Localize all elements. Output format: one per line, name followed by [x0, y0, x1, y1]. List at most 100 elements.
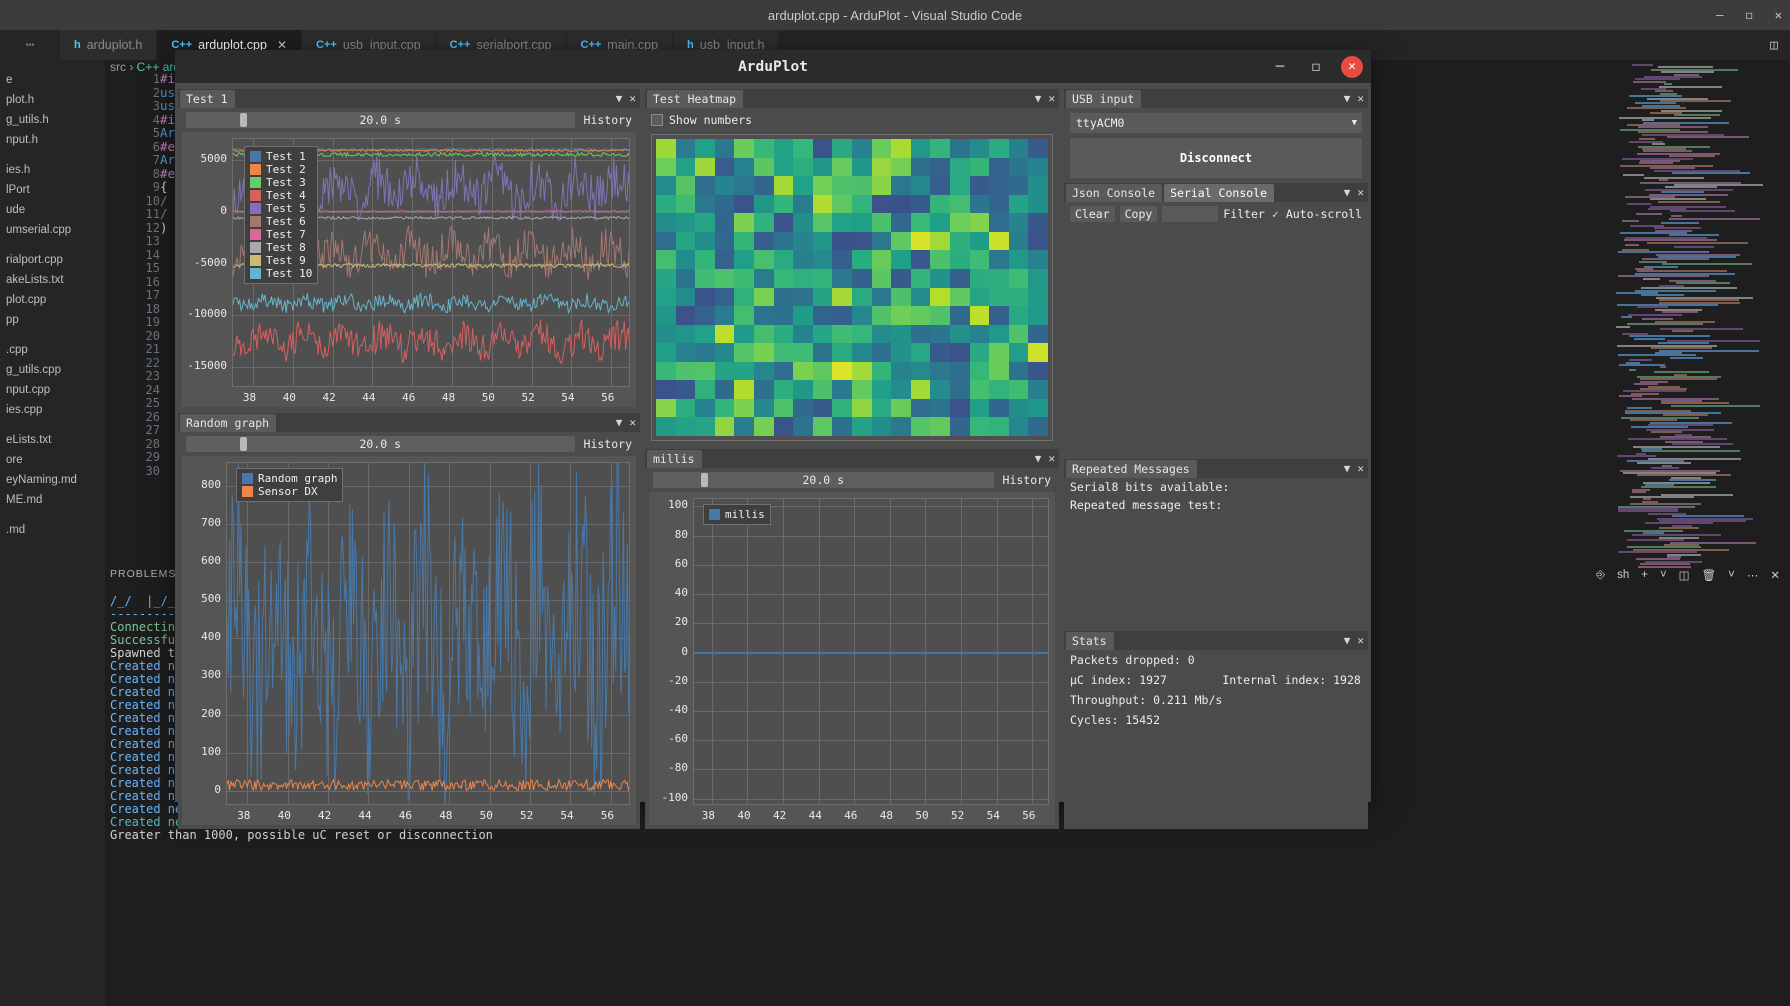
slider-knob[interactable] [240, 113, 248, 127]
close-icon[interactable]: ✕ [1341, 55, 1363, 78]
collapse-icon[interactable]: ▼ [1344, 635, 1351, 646]
collapse-icon[interactable]: ▼ [1035, 453, 1042, 464]
history-slider-row[interactable]: 20.0 s History [645, 468, 1059, 490]
slider-knob[interactable] [240, 437, 248, 451]
legend-item[interactable]: Test 3 [250, 176, 312, 189]
legend-item[interactable]: Test 5 [250, 202, 312, 215]
history-slider-row[interactable]: 20.0 s History [178, 432, 640, 454]
plot-legend[interactable]: millis [703, 504, 771, 525]
minimize-icon[interactable]: ─ [1269, 56, 1291, 78]
split-editor-icon[interactable]: ◫ [1758, 30, 1790, 60]
minimize-icon[interactable]: – [1716, 8, 1723, 22]
panel-tab-usb-input[interactable]: USB input [1066, 89, 1142, 108]
copy-button[interactable]: Copy [1119, 206, 1158, 222]
close-icon[interactable]: ✕ [1357, 187, 1364, 198]
more-icon[interactable]: ⋯ [1747, 568, 1759, 582]
clear-button[interactable]: Clear [1070, 206, 1115, 222]
sidebar-item[interactable]: g_utils.h [0, 110, 105, 130]
legend-item[interactable]: Test 9 [250, 254, 312, 267]
heatmap-canvas[interactable] [651, 134, 1053, 441]
legend-item[interactable]: Test 10 [250, 267, 312, 280]
panel-tools[interactable]: ▼ ✕ [616, 89, 636, 108]
legend-item[interactable]: Test 8 [250, 241, 312, 254]
history-slider[interactable]: 20.0 s [186, 436, 575, 452]
panel-tab-problems[interactable]: PROBLEMS [110, 568, 176, 580]
panel-tools[interactable]: ▼ ✕ [616, 413, 636, 432]
legend-item[interactable]: millis [709, 508, 765, 521]
legend-item[interactable]: Sensor DX [242, 485, 337, 498]
close-icon[interactable]: ✕ [1048, 93, 1055, 104]
sidebar-item[interactable]: .md [0, 520, 105, 540]
sidebar-item[interactable]: pp [0, 310, 105, 330]
collapse-icon[interactable]: ▼ [1344, 93, 1351, 104]
show-numbers-checkbox[interactable] [651, 114, 663, 126]
plot-millis[interactable]: 38 40 42 44 46 48 50 52 54 56 100 80 60 40 20 0 -20 -40 -6… [649, 492, 1055, 825]
panel-tab-repeated-messages[interactable]: Repeated Messages [1066, 459, 1197, 478]
console-toolbar[interactable]: Clear Copy Filter ✓ Auto-scroll [1064, 202, 1368, 226]
plot-random-graph[interactable]: 38 40 42 44 46 48 50 52 54 56 800 700 600 500 400 300 20… [182, 456, 636, 825]
legend-item[interactable]: Test 7 [250, 228, 312, 241]
tab-arduplot-h[interactable]: h arduplot.h [60, 30, 158, 60]
plot-test1[interactable]: 38 40 42 44 46 48 50 52 54 56 5000 0 -5000 -10000 -150… [182, 132, 636, 407]
panel-header[interactable]: millis ▼ ✕ [645, 449, 1059, 468]
terminal-shell-icon[interactable]: ⎆ [1596, 569, 1605, 582]
slider-knob[interactable] [700, 473, 708, 487]
history-slider[interactable]: 20.0 s [653, 472, 994, 488]
panel-tab-serial-console[interactable]: Serial Console [1164, 183, 1275, 202]
legend-item[interactable]: Test 6 [250, 215, 312, 228]
chevron-up-icon[interactable]: ˅ [1728, 569, 1735, 581]
sidebar-item[interactable]: lPort [0, 180, 105, 200]
panel-tab-random-graph[interactable]: Random graph [180, 413, 277, 432]
sidebar-item[interactable]: ude [0, 200, 105, 220]
panel-header[interactable]: Test Heatmap ▼ ✕ [645, 89, 1059, 108]
sidebar-item[interactable]: ies.cpp [0, 400, 105, 420]
terminal-toolbar[interactable]: ⎆ sh + ˅ ◫ 🗑 ˅ ⋯ ✕ [1596, 568, 1780, 583]
collapse-icon[interactable]: ▼ [616, 93, 623, 104]
sidebar-item[interactable]: nput.h [0, 130, 105, 150]
sidebar-item[interactable]: ME.md [0, 490, 105, 510]
plot-legend[interactable]: Test 1 Test 2 Test 3 Test 4 Test 5 Test 6 Test… [244, 146, 319, 284]
panel-header[interactable]: USB input ▼ ✕ [1064, 89, 1368, 108]
legend-item[interactable]: Random graph [242, 472, 337, 485]
maximize-icon[interactable]: ◻ [1305, 56, 1327, 78]
close-icon[interactable]: ✕ [1770, 568, 1780, 582]
split-terminal-icon[interactable]: ◫ [1679, 568, 1690, 582]
sidebar-item[interactable]: eLists.txt [0, 430, 105, 450]
sidebar-item[interactable]: plot.cpp [0, 290, 105, 310]
trash-icon[interactable]: 🗑 [1702, 568, 1717, 582]
sidebar-item[interactable]: eyNaming.md [0, 470, 105, 490]
disconnect-button[interactable]: Disconnect [1070, 138, 1362, 178]
vscode-window-controls[interactable]: – ◻ ✕ [1716, 0, 1782, 30]
close-icon[interactable]: ✕ [629, 93, 636, 104]
chevron-down-icon[interactable]: ˅ [1660, 569, 1667, 581]
panel-tools[interactable]: ▼ ✕ [1344, 183, 1364, 202]
panel-tools[interactable]: ▼ ✕ [1035, 449, 1055, 468]
legend-item[interactable]: Test 1 [250, 150, 312, 163]
panel-tools[interactable]: ▼ ✕ [1035, 89, 1055, 108]
sidebar-item[interactable]: ore [0, 450, 105, 470]
legend-item[interactable]: Test 4 [250, 189, 312, 202]
editor-minimap[interactable] [1616, 64, 1776, 568]
add-terminal-icon[interactable]: + [1641, 569, 1648, 581]
maximize-icon[interactable]: ◻ [1746, 8, 1753, 22]
panel-header[interactable]: Random graph ▼ ✕ [178, 413, 640, 432]
panel-header[interactable]: Repeated Messages ▼ ✕ [1064, 459, 1368, 478]
collapse-icon[interactable]: ▼ [1344, 463, 1351, 474]
show-numbers-row[interactable]: Show numbers [645, 108, 1059, 132]
panel-header[interactable]: Test 1 ▼ ✕ [178, 89, 640, 108]
history-slider[interactable]: 20.0 s [186, 112, 575, 128]
panel-tab-stats[interactable]: Stats [1066, 631, 1114, 650]
plot-legend[interactable]: Random graph Sensor DX [236, 468, 344, 502]
sidebar-item[interactable]: rialport.cpp [0, 250, 105, 270]
collapse-icon[interactable]: ▼ [616, 417, 623, 428]
sidebar-item[interactable]: ies.h [0, 160, 105, 180]
panel-header[interactable]: Stats ▼ ✕ [1064, 631, 1368, 650]
chevron-down-icon[interactable]: ▼ [1352, 118, 1357, 128]
sidebar-item[interactable]: akeLists.txt [0, 270, 105, 290]
vscode-explorer-sidebar[interactable]: e plot.h g_utils.h nput.h ies.h lPort ude umser… [0, 60, 105, 1006]
serial-port-select[interactable]: ttyACM0 ▼ [1070, 113, 1362, 133]
panel-tab-test-heatmap[interactable]: Test Heatmap [647, 89, 744, 108]
tab-overflow-icon[interactable]: ⋯ [0, 30, 60, 60]
sidebar-item[interactable]: umserial.cpp [0, 220, 105, 240]
close-icon[interactable]: ✕ [1357, 635, 1364, 646]
